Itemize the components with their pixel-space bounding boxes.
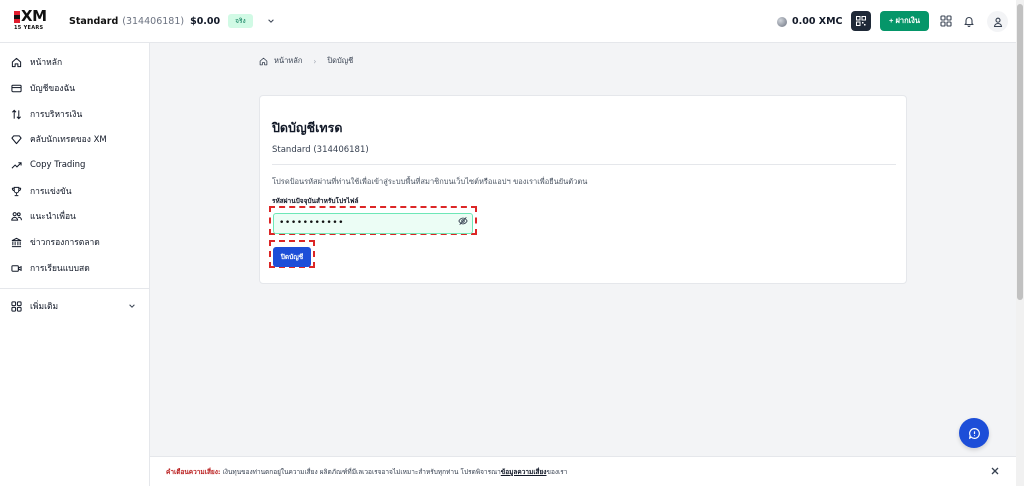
transfer-icon [12, 109, 21, 119]
risk-warning-label: คำเตือนความเสี่ยง: [166, 468, 221, 476]
close-button-highlight: ปิดบัญชี [269, 240, 315, 268]
qr-button[interactable] [851, 11, 871, 31]
people-icon [11, 211, 22, 221]
instruction-text: โปรดป้อนรหัสผ่านที่ท่านใช้เพื่อเข้าสู่ระ… [272, 177, 588, 186]
risk-warning-text: คำเตือนความเสี่ยง: เงินทุนของท่านตกอยู่ใ… [166, 468, 568, 476]
sidebar-item-home[interactable]: หน้าหลัก [11, 55, 62, 69]
deposit-button[interactable]: + ฝากเงิน [880, 11, 929, 31]
sidebar: หน้าหลัก บัญชีของฉัน การบริหารเงิน คลับน… [0, 43, 150, 486]
chat-icon [968, 427, 980, 439]
sidebar-item-funds[interactable]: การบริหารเงิน [11, 107, 82, 121]
account-balance: $0.00 [190, 15, 221, 27]
sidebar-item-traders-club[interactable]: คลับนักเทรดของ XM [11, 132, 107, 146]
eye-off-icon[interactable] [458, 216, 468, 226]
chevron-down-icon[interactable] [267, 17, 275, 25]
qr-icon [856, 16, 866, 26]
account-label: Standard (314406181) [272, 145, 369, 155]
password-field-highlight [269, 206, 477, 235]
coin-icon [777, 16, 787, 27]
account-selector[interactable]: Standard (314406181) $0.00 จริง [69, 14, 275, 28]
breadcrumb: หน้าหลัก › ปิดบัญชี [259, 55, 353, 67]
sidebar-item-copy-trading[interactable]: Copy Trading [11, 158, 85, 172]
sidebar-item-competitions[interactable]: การแข่งขัน [11, 184, 72, 198]
password-field-label: รหัสผ่านปัจจุบันสำหรับโปรไฟล์ [272, 197, 359, 205]
sidebar-item-market-news[interactable]: ข่าวกรองการตลาด [11, 235, 100, 249]
sidebar-item-refer-friend[interactable]: แนะนำเพื่อน [11, 209, 76, 223]
breadcrumb-current: ปิดบัญชี [327, 56, 354, 65]
home-icon [11, 57, 22, 67]
diamond-icon [11, 134, 22, 144]
breadcrumb-home[interactable]: หน้าหลัก [274, 55, 302, 67]
grid-icon[interactable] [940, 15, 952, 27]
page-scrollbar-thumb[interactable] [1017, 4, 1023, 300]
bank-icon [11, 237, 22, 247]
top-header: XM 15 YEARS Standard (314406181) $0.00 จ… [0, 0, 1016, 43]
sidebar-divider [0, 288, 149, 289]
chevron-down-icon[interactable] [128, 302, 136, 310]
home-icon[interactable] [259, 57, 268, 66]
account-name: Standard [69, 15, 119, 27]
close-account-button[interactable]: ปิดบัญชี [273, 247, 311, 267]
sidebar-item-my-accounts[interactable]: บัญชีของฉัน [11, 81, 75, 95]
grid-icon [11, 300, 22, 312]
account-id: (314406181) [122, 15, 185, 27]
user-avatar[interactable] [987, 11, 1008, 32]
trend-icon [11, 161, 22, 169]
card-icon [11, 84, 22, 92]
card-divider [272, 164, 896, 165]
bell-icon[interactable] [963, 15, 975, 27]
chat-button[interactable] [959, 418, 989, 448]
user-icon [993, 17, 1002, 27]
breadcrumb-separator: › [313, 56, 317, 66]
risk-warning-banner: คำเตือนความเสี่ยง: เงินทุนของท่านตกอยู่ใ… [150, 456, 1016, 486]
password-input[interactable] [273, 212, 473, 234]
account-type-badge: จริง [228, 14, 253, 28]
video-icon [11, 264, 22, 272]
page-title: ปิดบัญชีเทรด [272, 120, 343, 135]
close-account-card: ปิดบัญชีเทรด Standard (314406181) โปรดป้… [259, 95, 907, 284]
close-icon[interactable] [990, 466, 1000, 476]
sidebar-item-more[interactable]: เพิ่มเติม [11, 299, 58, 313]
risk-info-link[interactable]: ข้อมูลความเสี่ยง [501, 468, 547, 476]
xm-logo[interactable]: XM 15 YEARS [14, 9, 50, 35]
trophy-icon [11, 186, 22, 196]
xmc-balance[interactable]: 0.00 XMC [777, 16, 843, 27]
sidebar-item-live-education[interactable]: การเรียนแบบสด [11, 261, 90, 275]
